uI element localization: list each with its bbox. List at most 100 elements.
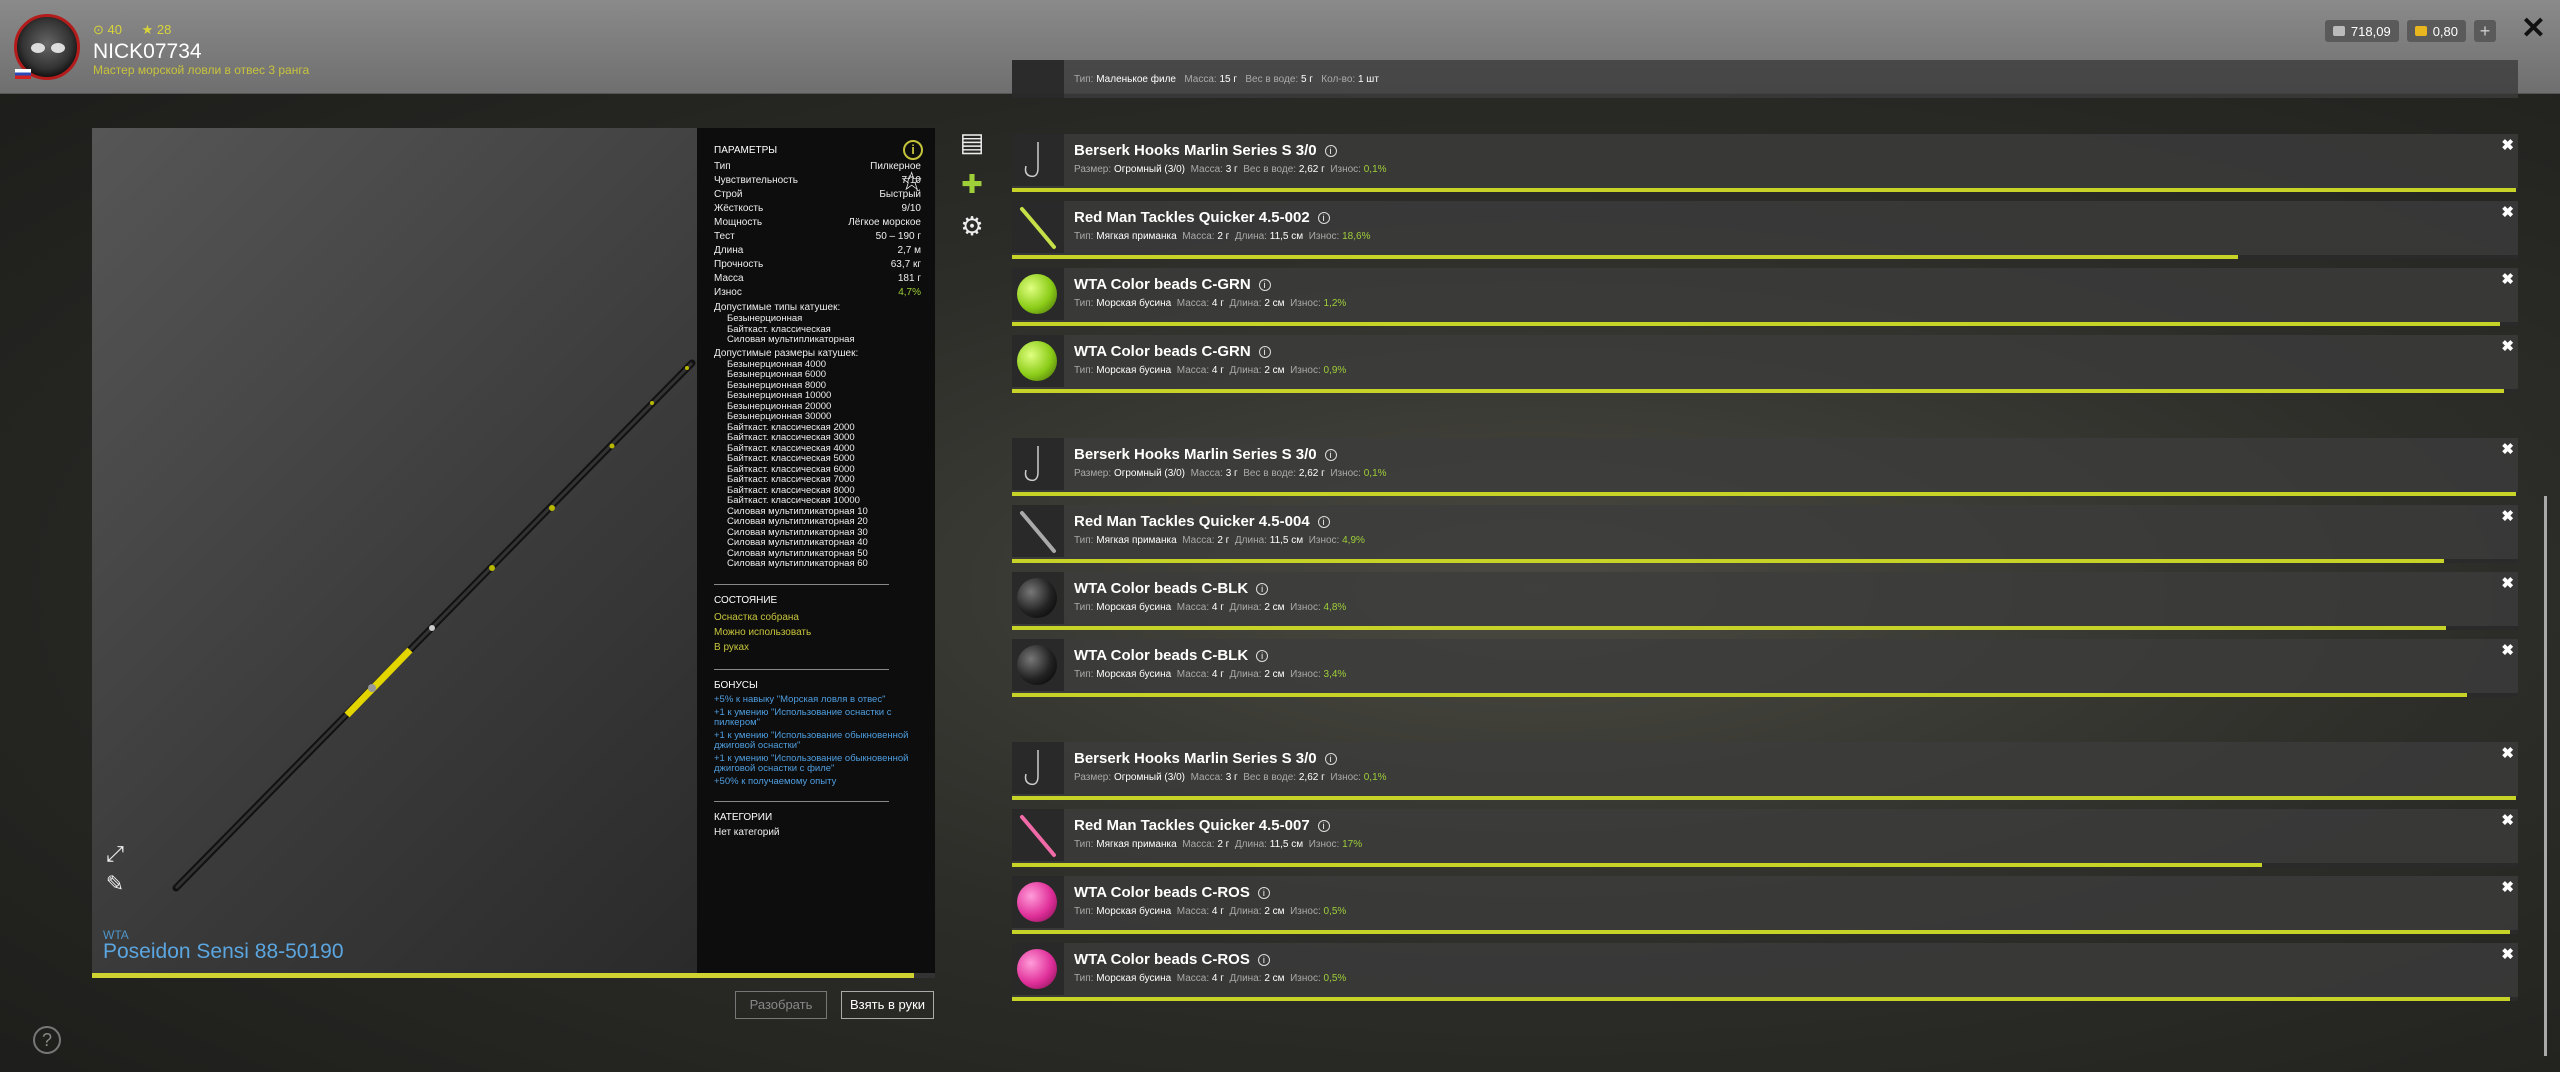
silver-amount: 718,09	[2350, 23, 2391, 39]
item-description: Тип: Маленькое филе Масса: 15 г Вес в во…	[1074, 74, 1379, 85]
player-stats: ⊙ 40 ★ 28	[93, 22, 187, 38]
param-value: 4,7%	[898, 287, 921, 298]
item-thumbnail	[1012, 572, 1064, 624]
item-info-icon[interactable]: i	[1258, 346, 1271, 359]
param-row: Чувствительность 7/10	[714, 174, 921, 188]
list-item[interactable]: WTA Color beads C-GRN i Тип: Морская бусин…	[1012, 268, 2518, 326]
list-item[interactable]: Тип: Маленькое филе Масса: 15 г Вес в во…	[1012, 60, 2518, 98]
list-item[interactable]: WTA Color beads C-BLK i Тип: Морская бусин…	[1012, 572, 2518, 630]
categories-title: КАТЕГОРИИ	[714, 811, 773, 823]
scrollbar[interactable]	[2544, 496, 2547, 1056]
item-name: Red Man Tackles Quicker 4.5-002 i	[1074, 209, 1330, 226]
list-item[interactable]: WTA Color beads C-GRN i Тип: Морская бусин…	[1012, 335, 2518, 394]
item-info-icon[interactable]: i	[1258, 279, 1271, 292]
remove-item-button[interactable]: ✖	[2501, 339, 2514, 354]
item-condition-fill	[1012, 862, 2262, 867]
add-currency-button[interactable]: +	[2474, 20, 2496, 42]
params-panel: ПАРАМЕТРЫ Тип Пилкерное Чувствительность 7/…	[697, 128, 935, 973]
list-item[interactable]: Red Man Tackles Quicker 4.5-004 i Тип: Мяг…	[1012, 504, 2518, 563]
param-row: Тест 50 – 190 г	[714, 230, 921, 244]
info-icon[interactable]: i	[903, 140, 923, 160]
disassemble-button[interactable]: Разобрать	[735, 991, 827, 1019]
bonus-item: +1 к умению "Использование оснастки с пи…	[714, 706, 892, 728]
expand-icon[interactable]: ⤢	[103, 842, 127, 866]
list-item[interactable]: Berserk Hooks Marlin Series S 3/0 i Размер…	[1012, 741, 2518, 800]
rod-image	[172, 359, 696, 892]
param-row: Длина 2,7 м	[714, 244, 921, 258]
take-in-hands-button[interactable]: Взять в руки	[841, 991, 934, 1019]
document-icon[interactable]: ▤	[958, 128, 986, 156]
list-item[interactable]: Red Man Tackles Quicker 4.5-002 i Тип: Мяг…	[1012, 200, 2518, 259]
silver-balance: 718,09	[2324, 20, 2399, 42]
item-description: Тип: Морская бусина Масса: 4 г Длина: 2 …	[1074, 906, 1347, 917]
rod-condition-bar	[92, 973, 935, 978]
param-value: 9/10	[901, 203, 921, 214]
param-row: Мощность Лёгкое морское	[714, 216, 921, 230]
reel-size: Силовая мультипликаторная 60	[727, 558, 868, 569]
player-avatar[interactable]	[14, 14, 80, 80]
reel-type: Силовая мультипликаторная	[727, 334, 855, 345]
item-info-icon[interactable]: i	[1317, 515, 1330, 528]
remove-item-button[interactable]: ✖	[2501, 576, 2514, 591]
item-info-icon[interactable]: i	[1317, 819, 1330, 832]
params-list: Тип Пилкерное Чувствительность 7/10 Строй Быс…	[714, 160, 921, 300]
item-thumbnail	[1012, 741, 1064, 794]
item-condition-bar	[1012, 187, 2518, 192]
list-item[interactable]: WTA Color beads C-ROS i Тип: Морская бусин…	[1012, 876, 2518, 934]
param-key: Прочность	[714, 259, 764, 270]
gear-icon[interactable]: ⚙	[958, 212, 986, 240]
item-description: Тип: Мягкая приманка Масса: 2 г Длина: 1…	[1074, 838, 1363, 850]
item-description: Тип: Мягкая приманка Масса: 2 г Длина: 1…	[1074, 534, 1365, 546]
remove-item-button[interactable]: ✖	[2501, 138, 2514, 153]
remove-item-button[interactable]: ✖	[2501, 947, 2514, 962]
state-item: Оснастка собрана	[714, 611, 799, 623]
remove-item-button[interactable]: ✖	[2501, 442, 2514, 457]
remove-item-button[interactable]: ✖	[2501, 509, 2514, 524]
param-value: 2,7 м	[897, 245, 921, 256]
reel-type: Безынерционная	[727, 313, 803, 324]
remove-item-button[interactable]: ✖	[2501, 272, 2514, 287]
item-thumbnail	[1012, 504, 1064, 557]
item-info-icon[interactable]: i	[1317, 211, 1330, 224]
param-value: 63,7 кг	[890, 259, 921, 270]
help-icon[interactable]: ?	[33, 1026, 61, 1054]
item-info-icon[interactable]: i	[1324, 752, 1337, 765]
list-item[interactable]: WTA Color beads C-ROS i Тип: Морская бусин…	[1012, 943, 2518, 1002]
list-item[interactable]: Berserk Hooks Marlin Series S 3/0 i Размер…	[1012, 437, 2518, 496]
item-condition-bar	[1012, 322, 2518, 326]
edit-icon[interactable]: ✎	[103, 872, 127, 896]
item-info-icon[interactable]: i	[1257, 954, 1270, 967]
item-description: Тип: Морская бусина Масса: 4 г Длина: 2 …	[1074, 973, 1347, 985]
divider	[714, 668, 889, 670]
item-info-icon[interactable]: i	[1324, 144, 1337, 157]
puzzle-icon[interactable]: ✚	[958, 170, 986, 198]
param-row: Масса 181 г	[714, 272, 921, 286]
item-info-icon[interactable]: i	[1257, 887, 1270, 900]
remove-item-button[interactable]: ✖	[2501, 880, 2514, 895]
reel-types-list: Безынерционная Байткаст. классическая Сило…	[714, 313, 921, 346]
close-window-button[interactable]: ✕	[2521, 14, 2546, 44]
state-item: В руках	[714, 641, 750, 653]
item-info-icon[interactable]: i	[1324, 448, 1337, 461]
item-thumbnail	[1012, 437, 1064, 490]
divider	[714, 583, 889, 585]
param-key: Чувствительность	[714, 175, 798, 186]
remove-item-button[interactable]: ✖	[2501, 813, 2514, 828]
item-description: Тип: Мягкая приманка Масса: 2 г Длина: 1…	[1074, 230, 1371, 242]
item-condition-fill	[1012, 626, 2446, 630]
list-item[interactable]: Berserk Hooks Marlin Series S 3/0 i Размер…	[1012, 133, 2518, 192]
remove-item-button[interactable]: ✖	[2501, 643, 2514, 658]
bead-icon	[1017, 882, 1057, 922]
favorite-star-icon[interactable]: ☆	[900, 168, 923, 194]
remove-item-button[interactable]: ✖	[2501, 205, 2514, 220]
item-thumbnail	[1012, 133, 1064, 186]
player-nickname: NICK07734	[93, 40, 202, 63]
item-info-icon[interactable]: i	[1256, 583, 1269, 596]
item-condition-fill	[1012, 795, 2517, 800]
list-item[interactable]: WTA Color beads C-BLK i Тип: Морская бусин…	[1012, 639, 2518, 698]
remove-item-button[interactable]: ✖	[2501, 746, 2514, 761]
param-key: Строй	[714, 189, 743, 200]
item-info-icon[interactable]: i	[1256, 650, 1269, 663]
list-item[interactable]: Red Man Tackles Quicker 4.5-007 i Тип: Мяг…	[1012, 808, 2518, 867]
item-thumbnail	[1012, 639, 1064, 692]
